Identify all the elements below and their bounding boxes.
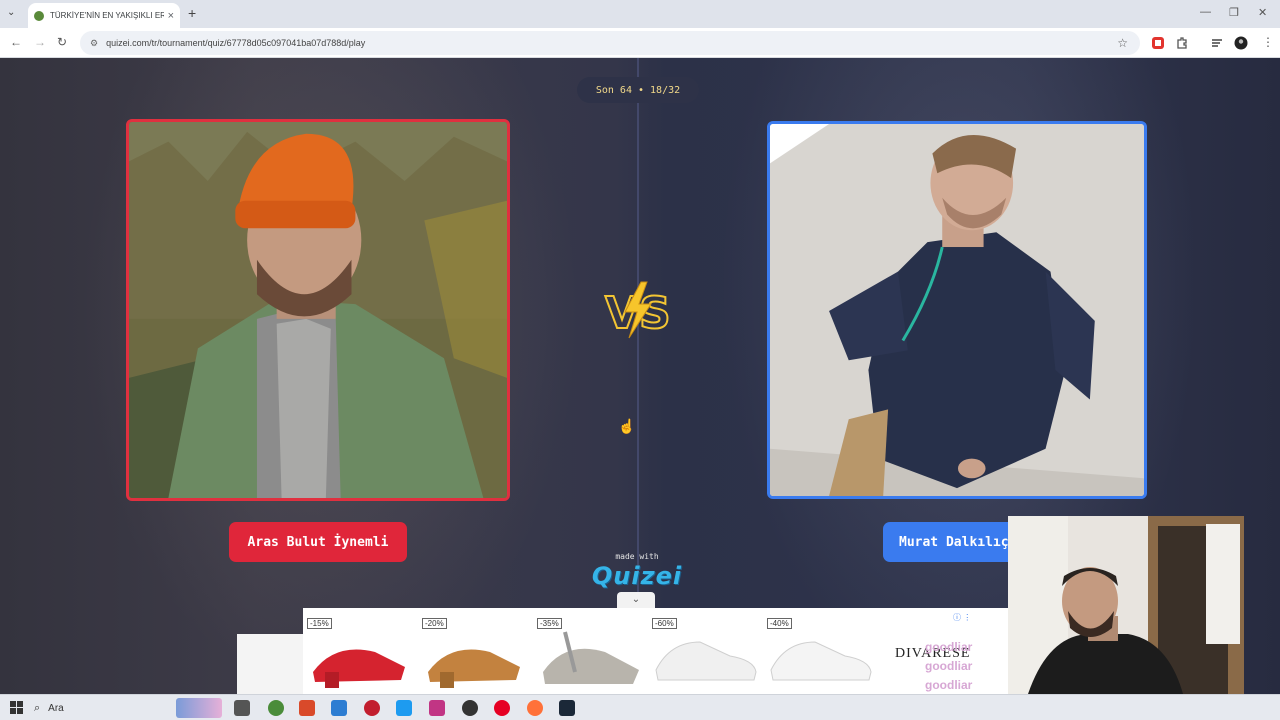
left-contestant-name-button[interactable]: Aras Bulut İynemli bbox=[229, 522, 407, 562]
pinterest-taskbar-icon[interactable] bbox=[494, 700, 510, 716]
task-view-icon[interactable] bbox=[234, 700, 250, 716]
reload-icon[interactable]: ↻ bbox=[57, 35, 67, 49]
site-info-icon[interactable]: ⚙ bbox=[90, 38, 98, 49]
close-window-icon[interactable]: ✕ bbox=[1258, 6, 1267, 19]
shoe-ad-banner[interactable]: -15% -20% -35% -60% -40% DIVARESE ⓘ ⋮ bbox=[303, 608, 1008, 694]
openai-taskbar-icon[interactable] bbox=[462, 700, 478, 716]
bookmark-star-icon[interactable]: ☆ bbox=[1117, 36, 1128, 50]
restore-icon[interactable]: ❐ bbox=[1229, 6, 1239, 19]
windows-taskbar: ⌕ Ara bbox=[0, 694, 1280, 720]
hand-cursor-icon: ☝ bbox=[618, 418, 636, 434]
left-contestant-photo bbox=[129, 122, 507, 498]
ad-margin bbox=[237, 634, 303, 694]
ad-product-white-sneaker[interactable]: -60% bbox=[650, 612, 762, 692]
webcam-feed bbox=[1008, 516, 1244, 694]
back-icon[interactable]: ← bbox=[10, 35, 22, 49]
chrome-taskbar-icon[interactable] bbox=[268, 700, 284, 716]
taskbar-search-label: Ara bbox=[48, 702, 64, 714]
search-icon: ⌕ bbox=[34, 701, 41, 714]
discount-badge: -15% bbox=[307, 618, 332, 629]
browser-tab-bar: ⌄ TÜRKİYE'NİN EN YAKIŞIKLI ERKE × + — ❐ … bbox=[0, 0, 1280, 28]
right-contestant-card[interactable] bbox=[767, 121, 1147, 499]
ad-product-white-sneaker-2[interactable]: -40% bbox=[765, 612, 877, 692]
left-contestant-card[interactable] bbox=[126, 119, 510, 501]
windows-start-icon[interactable] bbox=[10, 701, 23, 714]
right-contestant-photo bbox=[770, 124, 1144, 496]
ad-product-red-sandal[interactable]: -15% bbox=[305, 612, 417, 692]
chat-message: goodliar 111 bbox=[925, 678, 1001, 692]
chat-message: goodliar 1 bbox=[925, 640, 989, 654]
browser-address-bar: ← → ↻ ⚙ quizei.com/tr/tournament/quiz/67… bbox=[0, 28, 1280, 58]
steam-taskbar-icon[interactable] bbox=[559, 700, 575, 716]
ad-info-icon[interactable]: ⓘ ⋮ bbox=[953, 612, 971, 623]
favicon-icon bbox=[34, 10, 44, 21]
tab-close-icon[interactable]: × bbox=[168, 10, 174, 22]
streamer-webcam bbox=[1008, 516, 1244, 694]
discount-badge: -35% bbox=[537, 618, 562, 629]
new-tab-button[interactable]: + bbox=[188, 5, 196, 21]
tab-search-icon[interactable]: ⌄ bbox=[7, 7, 15, 18]
discount-badge: -40% bbox=[767, 618, 792, 629]
made-with-label: made with bbox=[615, 552, 659, 561]
active-tab[interactable]: TÜRKİYE'NİN EN YAKIŞIKLI ERKE × bbox=[28, 3, 180, 28]
tab-title: TÜRKİYE'NİN EN YAKIŞIKLI ERKE bbox=[50, 11, 164, 20]
mail-taskbar-icon[interactable] bbox=[331, 700, 347, 716]
instagram-taskbar-icon[interactable] bbox=[429, 700, 445, 716]
extensions-puzzle-icon[interactable] bbox=[1175, 36, 1189, 50]
discount-badge: -60% bbox=[652, 618, 677, 629]
opera-taskbar-icon[interactable] bbox=[364, 700, 380, 716]
search-highlight-icon[interactable] bbox=[176, 698, 222, 718]
profile-avatar-icon[interactable] bbox=[1234, 36, 1248, 50]
twitter-taskbar-icon[interactable] bbox=[396, 700, 412, 716]
url-field[interactable]: ⚙ quizei.com/tr/tournament/quiz/67778d05… bbox=[80, 31, 1140, 55]
chat-message: goodliar 111 bbox=[925, 659, 1001, 673]
right-contestant-name-button[interactable]: Murat Dalkılıç bbox=[883, 522, 1023, 562]
ad-collapse-chevron-icon[interactable]: ⌄ bbox=[617, 592, 655, 608]
minimize-icon[interactable]: — bbox=[1200, 6, 1211, 18]
ad-product-silver-sandal[interactable]: -35% bbox=[535, 612, 647, 692]
round-progress-pill: Son 64 • 18/32 bbox=[577, 77, 699, 103]
url-text: quizei.com/tr/tournament/quiz/67778d05c0… bbox=[106, 38, 366, 48]
ad-product-tan-sandal[interactable]: -20% bbox=[420, 612, 532, 692]
versus-icon: VS bbox=[604, 281, 671, 340]
quizei-logo[interactable]: Quizei bbox=[590, 562, 684, 590]
firefox-taskbar-icon[interactable] bbox=[527, 700, 543, 716]
browser-menu-icon[interactable]: ⋮ bbox=[1262, 35, 1274, 49]
adblock-extension-icon[interactable] bbox=[1151, 36, 1165, 50]
discount-badge: -20% bbox=[422, 618, 447, 629]
store-taskbar-icon[interactable] bbox=[299, 700, 315, 716]
forward-icon[interactable]: → bbox=[34, 35, 46, 49]
media-controls-icon[interactable] bbox=[1210, 36, 1224, 50]
